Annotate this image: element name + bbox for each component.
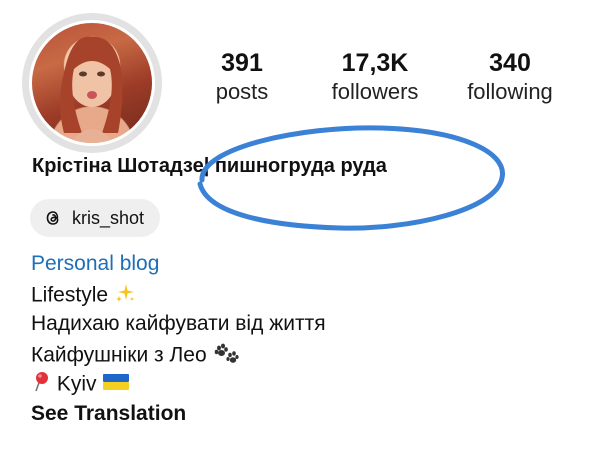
see-translation-link[interactable]: See Translation — [31, 402, 186, 426]
stat-followers[interactable]: 17,3K followers — [305, 48, 445, 106]
bio-line-lifestyle: Lifestyle — [31, 282, 136, 310]
stat-posts[interactable]: 391 posts — [172, 48, 312, 106]
posts-label: posts — [215, 79, 269, 104]
followers-label: followers — [331, 79, 419, 104]
bio-line-3-text: Кайфушніки з Лео — [31, 343, 207, 367]
highlight-ellipse-annotation — [197, 125, 505, 231]
profile-display-name: Крістіна Шотадзе| пишногруда руда — [32, 155, 387, 177]
round-pushpin-icon — [31, 371, 51, 399]
followers-count: 17,3K — [341, 49, 409, 77]
paw-prints-icon — [213, 342, 239, 370]
following-label: following — [467, 79, 553, 104]
sparkles-icon — [114, 282, 136, 310]
threads-icon — [44, 209, 62, 227]
profile-avatar[interactable] — [22, 13, 162, 153]
threads-link-pill[interactable]: kris_shot — [30, 199, 161, 237]
threads-handle: kris_shot — [72, 207, 145, 228]
posts-count: 391 — [221, 49, 263, 77]
following-count: 340 — [489, 49, 531, 77]
profile-category: Personal blog — [31, 252, 160, 275]
bio-line-location: Kyiv — [31, 371, 130, 399]
bio-line-leo: Кайфушніки з Лео — [31, 342, 239, 370]
ukraine-flag-icon — [102, 372, 130, 398]
bio-line-4-text: Kyiv — [56, 372, 97, 396]
avatar-image — [29, 20, 155, 146]
bio-line-inspire: Надихаю кайфувати від життя — [31, 312, 326, 335]
bio-line-1-text: Lifestyle — [31, 283, 109, 307]
stat-following[interactable]: 340 following — [440, 48, 580, 106]
